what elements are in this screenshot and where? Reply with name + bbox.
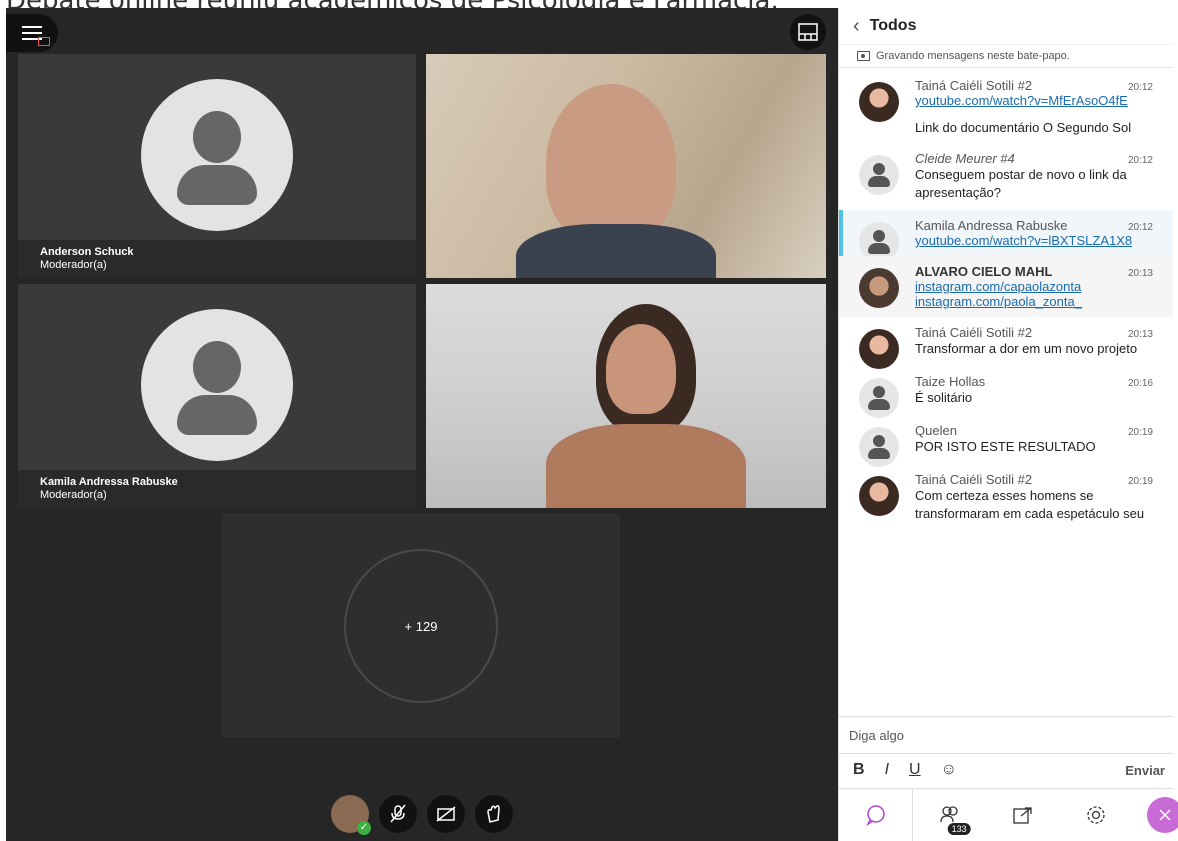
chevron-left-icon[interactable]: ‹	[853, 15, 860, 38]
format-toolbar: B I U ☺ Enviar	[839, 754, 1173, 786]
participant-label: Kamila Andressa Rabuske Moderador(a)	[18, 470, 416, 508]
hand-icon	[487, 805, 500, 823]
chat-message: Tainá Caiéli Sotili #2 20:19 Com certeza…	[839, 464, 1173, 531]
camera-off-icon	[436, 806, 456, 822]
message-text: Conseguem postar de novo o link da apres…	[915, 167, 1127, 200]
emoji-icon[interactable]: ☺	[941, 761, 957, 779]
chat-message: Quelen 20:19 POR ISTO ESTE RESULTADO	[839, 415, 1173, 467]
chat-bubble-icon	[865, 805, 885, 826]
attendee-count-badge: 133	[947, 823, 971, 835]
check-icon: ✓	[357, 821, 371, 835]
recording-text: Gravando mensagens neste bate-papo.	[876, 50, 1070, 62]
message-author: Cleide Meurer #4	[915, 151, 1015, 166]
tab-settings[interactable]	[1060, 789, 1133, 841]
chat-message: Cleide Meurer #4 20:12 Conseguem postar …	[839, 143, 1173, 210]
session-controls: ✓	[6, 795, 838, 835]
chat-header: ‹ Todos	[839, 8, 1173, 45]
overflow-count: + 129	[344, 549, 498, 703]
tab-attendees[interactable]: 133	[913, 789, 986, 841]
video-person	[606, 324, 676, 414]
message-author: ALVARO CIELO MAHL	[915, 264, 1053, 279]
chat-message: Tainá Caiéli Sotili #2 20:12 youtube.com…	[839, 70, 1173, 122]
layout-toggle-button[interactable]	[790, 14, 826, 50]
chat-message: ALVARO CIELO MAHL 20:13 instagram.com/ca…	[839, 256, 1173, 317]
raise-hand-button[interactable]	[475, 795, 513, 833]
participant-name: Anderson Schuck	[40, 246, 134, 258]
message-text: É solitário	[915, 390, 973, 405]
participant-video[interactable]	[426, 54, 826, 278]
avatar	[859, 427, 899, 467]
participant-role: Moderador(a)	[40, 259, 107, 271]
gear-icon	[1087, 806, 1106, 824]
video-stage: Anderson Schuck Moderador(a) Kamila Andr…	[6, 8, 838, 841]
message-composer	[839, 716, 1173, 754]
participant-role: Moderador(a)	[40, 489, 107, 501]
chat-input[interactable]	[847, 726, 1151, 744]
grid-layout-icon	[798, 23, 818, 41]
message-time: 20:12	[1127, 222, 1153, 233]
my-status-button[interactable]: ✓	[331, 795, 371, 835]
message-time: 20:12	[1127, 155, 1153, 166]
recording-icon	[857, 51, 870, 61]
participant-video[interactable]	[426, 284, 826, 508]
message-author: Taize Hollas	[915, 374, 986, 389]
close-panel-button[interactable]	[1147, 797, 1178, 833]
message-time: 20:16	[1127, 378, 1153, 389]
tab-chat[interactable]	[839, 789, 914, 841]
message-link[interactable]: instagram.com/paola_zonta_	[915, 294, 1153, 309]
message-author: Kamila Andressa Rabuske	[915, 218, 1068, 233]
message-time: 20:13	[1127, 268, 1153, 279]
avatar	[859, 329, 899, 369]
message-author: Tainá Caiéli Sotili #2	[915, 78, 1033, 93]
close-icon	[1159, 809, 1171, 821]
message-time: 20:13	[1127, 329, 1153, 340]
session-menu-button[interactable]	[6, 14, 58, 52]
underline-button[interactable]: U	[909, 761, 921, 779]
recording-icon	[38, 37, 50, 46]
message-link[interactable]: instagram.com/capaolazonta	[915, 279, 1153, 294]
participant-name: Kamila Andressa Rabuske	[40, 476, 178, 488]
avatar	[859, 82, 899, 122]
message-continuation: Link do documentário O Segundo Sol	[915, 120, 1132, 135]
bold-button[interactable]: B	[853, 761, 865, 779]
message-time: 20:19	[1127, 427, 1153, 438]
participant-tile[interactable]: Anderson Schuck Moderador(a)	[18, 54, 416, 278]
avatar	[859, 378, 899, 418]
message-link[interactable]: youtube.com/watch?v=MfErAsoO4fE	[915, 93, 1153, 108]
recording-notice: Gravando mensagens neste bate-papo.	[839, 45, 1173, 68]
avatar	[859, 268, 899, 308]
camera-button[interactable]	[427, 795, 465, 833]
message-link[interactable]: youtube.com/watch?v=lBXTSLZA1X8	[915, 233, 1153, 248]
participant-tile[interactable]: Kamila Andressa Rabuske Moderador(a)	[18, 284, 416, 508]
avatar-placeholder-icon	[141, 308, 293, 461]
participant-label: Anderson Schuck Moderador(a)	[18, 240, 416, 278]
share-icon	[1013, 807, 1032, 824]
chat-message: Kamila Andressa Rabuske 20:12 youtube.co…	[839, 210, 1173, 262]
chat-message: Taize Hollas 20:16 É solitário	[839, 366, 1173, 418]
avatar	[859, 155, 899, 195]
message-time: 20:12	[1127, 82, 1153, 93]
chat-message: Tainá Caiéli Sotili #2 20:13 Transformar…	[839, 317, 1173, 369]
avatar-placeholder-icon	[141, 78, 293, 231]
message-text: POR ISTO ESTE RESULTADO	[915, 439, 1096, 454]
microphone-button[interactable]	[379, 795, 417, 833]
chat-panel: ‹ Todos Gravando mensagens neste bate-pa…	[838, 8, 1178, 841]
video-person	[546, 84, 676, 244]
panel-tabs: 133	[839, 788, 1178, 841]
avatar	[859, 476, 899, 516]
message-text: Com certeza esses homens se transformara…	[915, 488, 1145, 521]
more-participants-tile[interactable]: + 129	[222, 514, 620, 738]
message-author: Tainá Caiéli Sotili #2	[915, 472, 1033, 487]
message-time: 20:19	[1127, 476, 1153, 487]
message-author: Tainá Caiéli Sotili #2	[915, 325, 1033, 340]
chat-title: Todos	[869, 17, 917, 34]
italic-button[interactable]: I	[885, 761, 889, 779]
message-text: Transformar a dor em um novo projeto	[915, 341, 1138, 356]
message-list: Tainá Caiéli Sotili #2 20:12 youtube.com…	[839, 70, 1173, 714]
mic-off-icon	[390, 804, 406, 823]
tab-share[interactable]	[987, 789, 1060, 841]
send-button[interactable]: Enviar	[1125, 763, 1165, 778]
message-author: Quelen	[915, 423, 957, 438]
